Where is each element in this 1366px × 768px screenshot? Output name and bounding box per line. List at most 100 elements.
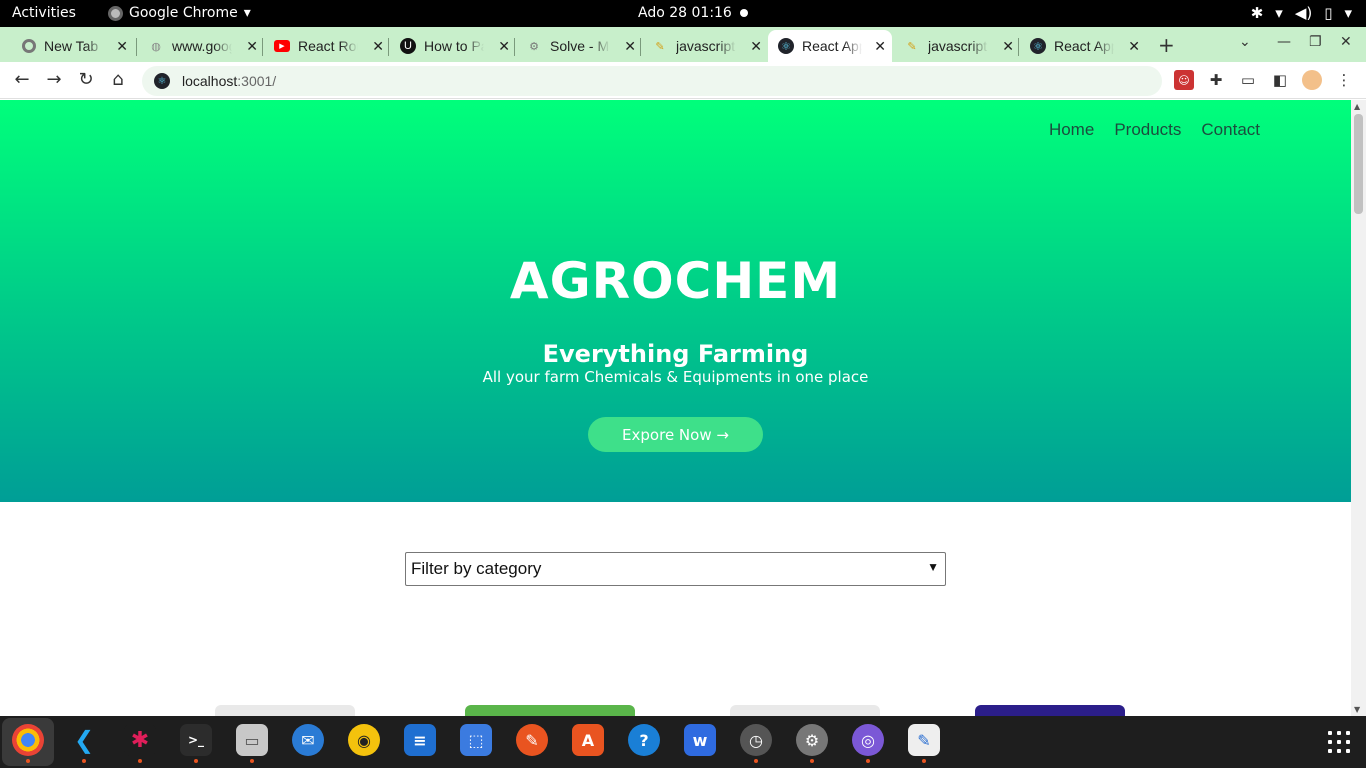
writer-dock-icon[interactable]: ≡ xyxy=(404,724,436,756)
clock[interactable]: Ado 28 01:16 xyxy=(638,5,732,21)
wps-dock-icon[interactable]: w xyxy=(684,724,716,756)
close-tab-icon[interactable]: ✕ xyxy=(874,38,886,55)
text-editor-dock-icon[interactable]: ✎ xyxy=(908,724,940,763)
tor-dock-icon[interactable]: ◎ xyxy=(852,724,884,763)
close-tab-icon[interactable]: ✕ xyxy=(1002,38,1014,55)
scroll-down-arrow-icon[interactable]: ▼ xyxy=(1354,705,1360,714)
forward-arrow-icon[interactable]: → xyxy=(42,69,66,90)
tab-separator xyxy=(388,38,389,56)
close-tab-icon[interactable]: ✕ xyxy=(1128,38,1140,55)
vscode-dock-icon[interactable]: ❮ xyxy=(68,724,100,763)
thunderbird-dock-icon[interactable]: ✉ xyxy=(292,724,324,756)
nav-contact[interactable]: Contact xyxy=(1201,120,1260,140)
tab-solve[interactable]: ⚙ Solve - Mo ✕ xyxy=(518,30,642,62)
product-image[interactable] xyxy=(465,705,635,716)
globe-icon: ◍ xyxy=(151,40,161,53)
close-tab-icon[interactable]: ✕ xyxy=(498,38,510,55)
close-tab-icon[interactable]: ✕ xyxy=(750,38,762,55)
system-tray[interactable]: ✱ ▾ ◀) ▯ ▾ xyxy=(1251,4,1352,22)
tab-title: javascript xyxy=(928,38,988,54)
kebab-menu-icon[interactable]: ⋮ xyxy=(1334,70,1354,90)
clock-dock-icon[interactable]: ◷ xyxy=(740,724,772,763)
main-nav: Home Products Contact xyxy=(1049,120,1260,140)
battery-icon: ▯ xyxy=(1324,4,1333,22)
url-host: localhost xyxy=(182,73,238,89)
tab-javascript[interactable]: ✎ javascript ✕ xyxy=(644,30,768,62)
react-icon: ⚛ xyxy=(778,38,794,54)
scroll-up-arrow-icon[interactable]: ▲ xyxy=(1354,102,1360,111)
tab-react-app-2[interactable]: ⚛ React App ✕ xyxy=(1022,30,1146,62)
minimize-icon[interactable]: — xyxy=(1277,34,1291,50)
screenshot-dock-icon[interactable]: ⬚ xyxy=(460,724,492,756)
back-arrow-icon[interactable]: ← xyxy=(10,69,34,90)
chevron-down-icon: ▼ xyxy=(927,560,939,574)
react-icon: ⚛ xyxy=(1030,38,1046,54)
tab-title: www.google xyxy=(172,38,232,54)
tab-title: Solve - Mo xyxy=(550,38,610,54)
page-scrollbar[interactable]: ▲ ▼ xyxy=(1351,100,1366,716)
settings-dock-icon[interactable]: ⚙ xyxy=(796,724,828,763)
tab-new-tab[interactable]: New Tab ✕ xyxy=(14,30,134,62)
youtube-icon: ▶ xyxy=(274,40,290,52)
extension-icon[interactable]: ☺ xyxy=(1174,70,1194,90)
tab-title: React App xyxy=(1054,38,1114,54)
tab-javascript-2[interactable]: ✎ javascript ✕ xyxy=(896,30,1020,62)
help-dock-icon[interactable]: ? xyxy=(628,724,660,756)
tab-title: New Tab xyxy=(44,38,99,54)
gear-icon: ⚙ xyxy=(529,40,539,53)
profile-avatar-icon[interactable] xyxy=(1302,70,1322,90)
restore-icon[interactable]: ❐ xyxy=(1309,34,1322,50)
tagline: Everything Farming xyxy=(542,340,809,368)
tab-google[interactable]: ◍ www.google ✕ xyxy=(140,30,264,62)
volume-icon: ◀) xyxy=(1294,4,1313,22)
postman-dock-icon[interactable]: ✎ xyxy=(516,724,548,756)
scrollbar-thumb[interactable] xyxy=(1354,114,1363,214)
extensions-puzzle-icon[interactable]: ✚ xyxy=(1206,70,1226,90)
product-image[interactable] xyxy=(730,705,880,716)
terminal-dock-icon[interactable]: >_ xyxy=(180,724,212,763)
address-bar[interactable]: ⚛ localhost:3001/ xyxy=(142,66,1162,96)
new-tab-plus-icon[interactable]: + xyxy=(1158,33,1175,57)
tab-separator xyxy=(1018,38,1019,56)
home-icon[interactable]: ⌂ xyxy=(106,69,130,90)
files-dock-icon[interactable]: ▭ xyxy=(236,724,268,763)
tab-how-to-pass[interactable]: U How to Pass ✕ xyxy=(392,30,516,62)
app-menu[interactable]: Google Chrome ▾ xyxy=(108,5,251,21)
side-panel-icon[interactable]: ◧ xyxy=(1270,70,1290,90)
close-tab-icon[interactable]: ✕ xyxy=(372,38,384,55)
app-menu-label: Google Chrome xyxy=(129,5,238,21)
close-tab-icon[interactable]: ✕ xyxy=(246,38,258,55)
pencil-icon: ✎ xyxy=(655,40,665,53)
close-window-icon[interactable]: ✕ xyxy=(1340,34,1352,50)
chevron-down-icon: ▾ xyxy=(243,5,251,21)
category-filter-select[interactable]: Filter by category ▼ xyxy=(405,552,946,586)
product-image[interactable] xyxy=(215,705,355,716)
software-store-dock-icon[interactable]: A xyxy=(572,724,604,756)
close-tab-icon[interactable]: ✕ xyxy=(624,38,636,55)
dock: ❮ ✱ >_ ▭ ✉ ◉ ≡ ⬚ ✎ A ? w ◷ ⚙ ◎ ✎ xyxy=(0,716,1366,768)
nav-products[interactable]: Products xyxy=(1114,120,1181,140)
cast-icon[interactable]: ▭ xyxy=(1238,70,1258,90)
rhythmbox-dock-icon[interactable]: ◉ xyxy=(348,724,380,756)
chrome-dock-icon[interactable] xyxy=(12,724,44,763)
explore-now-button[interactable]: Expore Now → xyxy=(588,417,763,452)
show-apps-grid-icon[interactable] xyxy=(1328,731,1350,753)
slack-tray-icon[interactable]: ✱ xyxy=(1251,4,1264,22)
chrome-icon xyxy=(22,39,36,53)
wifi-icon: ▾ xyxy=(1275,4,1283,22)
nav-home[interactable]: Home xyxy=(1049,120,1094,140)
filter-selected-value: Filter by category xyxy=(411,559,542,578)
activities-button[interactable]: Activities xyxy=(12,5,76,21)
tab-search-chevron-icon[interactable]: ⌄ xyxy=(1239,34,1251,50)
tab-separator xyxy=(640,38,641,56)
close-tab-icon[interactable]: ✕ xyxy=(116,38,128,55)
browser-toolbar: ← → ↻ ⌂ ⚛ localhost:3001/ ☺ ✚ ▭ ◧ ⋮ xyxy=(0,62,1366,99)
tab-react-router[interactable]: ▶ React Router ✕ xyxy=(266,30,390,62)
tab-title: React App xyxy=(802,38,862,54)
reload-icon[interactable]: ↻ xyxy=(74,69,98,90)
site-info-icon[interactable]: ⚛ xyxy=(154,73,170,89)
product-image[interactable] xyxy=(975,705,1125,716)
slack-dock-icon[interactable]: ✱ xyxy=(124,724,156,763)
tab-react-app-active[interactable]: ⚛ React App ✕ xyxy=(768,30,892,62)
udacity-icon: U xyxy=(400,38,416,54)
